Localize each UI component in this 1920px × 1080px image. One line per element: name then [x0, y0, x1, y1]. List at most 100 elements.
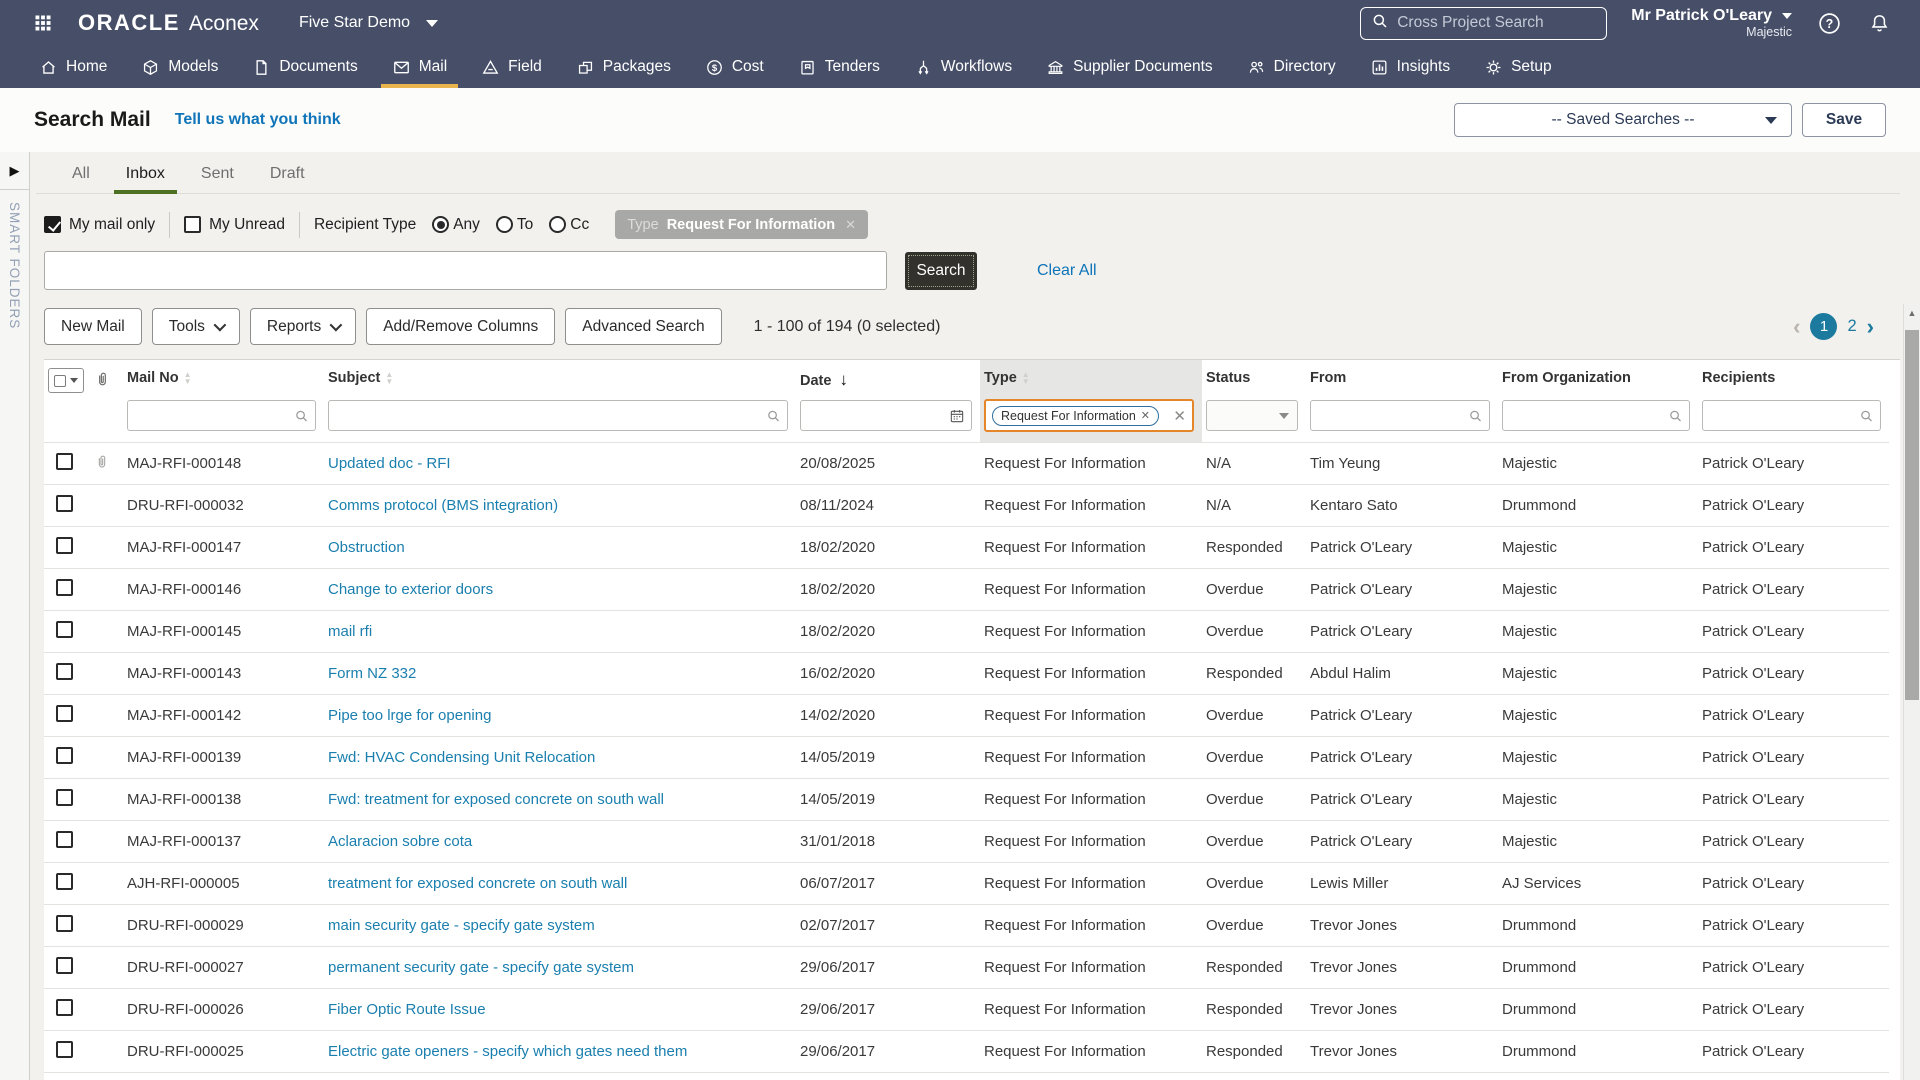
row-checkbox[interactable] [56, 747, 73, 764]
reports-button[interactable]: Reports [249, 308, 357, 345]
status-filter-select[interactable] [1206, 400, 1298, 431]
column-header-date[interactable]: Date ↓ [796, 360, 980, 395]
column-header-mail-no[interactable]: Mail No ▲ ▼ [123, 360, 324, 395]
my-mail-only-checkbox[interactable] [44, 216, 61, 233]
clear-all-link[interactable]: Clear All [1037, 262, 1097, 280]
mail-subject-link[interactable]: treatment for exposed concrete on south … [328, 875, 627, 892]
nav-item-setup[interactable]: Setup [1467, 46, 1569, 88]
cross-project-search-input[interactable] [1397, 14, 1597, 32]
project-selector[interactable]: Five Star Demo [299, 14, 439, 32]
page-1-button[interactable]: 1 [1810, 313, 1838, 340]
subject-filter-input[interactable] [329, 401, 787, 430]
tab-inbox[interactable]: Inbox [112, 157, 179, 194]
help-icon[interactable]: ? [1816, 10, 1842, 36]
row-checkbox[interactable] [56, 831, 73, 848]
add-remove-columns-button[interactable]: Add/Remove Columns [366, 308, 556, 345]
select-all-checkbox[interactable] [54, 374, 66, 387]
mail-subject-link[interactable]: mail rfi [328, 623, 372, 640]
notifications-bell-icon[interactable] [1866, 10, 1892, 36]
tab-sent[interactable]: Sent [187, 157, 248, 193]
from-organization-cell: Majestic [1498, 736, 1698, 779]
nav-item-insights[interactable]: Insights [1353, 46, 1467, 88]
nav-item-home[interactable]: Home [22, 46, 124, 88]
row-checkbox[interactable] [56, 999, 73, 1016]
recipient-any-radio[interactable] [432, 216, 450, 233]
scroll-up-arrow[interactable]: ▲ [1904, 304, 1920, 321]
row-checkbox[interactable] [56, 705, 73, 722]
nav-item-models[interactable]: Models [124, 46, 235, 88]
recipient-to-radio[interactable] [495, 216, 513, 233]
date-filter-input[interactable] [801, 401, 971, 430]
row-checkbox[interactable] [56, 957, 73, 974]
tab-all[interactable]: All [58, 157, 104, 193]
from-cell: Abdul Halim [1306, 652, 1498, 695]
clear-type-filter-icon[interactable]: ✕ [1173, 407, 1186, 425]
mail-subject-link[interactable]: main security gate - specify gate system [328, 917, 595, 934]
save-search-button[interactable]: Save [1802, 103, 1886, 137]
mail-search-input[interactable] [44, 251, 887, 290]
date-cell: 18/02/2020 [796, 610, 980, 653]
row-checkbox[interactable] [56, 915, 73, 932]
mail-subject-link[interactable]: Comms protocol (BMS integration) [328, 497, 558, 514]
search-button[interactable]: Search [905, 251, 977, 290]
row-checkbox[interactable] [56, 663, 73, 680]
row-checkbox[interactable] [56, 621, 73, 638]
select-all-dropdown[interactable] [48, 368, 84, 393]
previous-page-icon[interactable]: ‹ [1793, 315, 1800, 338]
mail-subject-link[interactable]: Obstruction [328, 539, 405, 556]
nav-item-supplier-documents[interactable]: Supplier Documents [1029, 46, 1230, 88]
mail-subject-link[interactable]: Form NZ 332 [328, 665, 416, 682]
mail-subject-link[interactable]: Change to exterior doors [328, 581, 493, 598]
tools-button[interactable]: Tools [151, 308, 240, 345]
remove-pill-icon[interactable]: ✕ [1141, 409, 1150, 422]
mail-subject-link[interactable]: Fwd: treatment for exposed concrete on s… [328, 791, 664, 808]
my-unread-checkbox[interactable] [184, 216, 202, 233]
mail-subject-link[interactable]: permanent security gate - specify gate s… [328, 959, 634, 976]
column-header-type[interactable]: Type ▲ ▼ [980, 360, 1202, 395]
recipient-cc-radio[interactable] [549, 216, 567, 233]
mail-no-filter-input[interactable] [128, 401, 315, 430]
mail-subject-link[interactable]: Aclaracion sobre cota [328, 833, 472, 850]
nav-item-field[interactable]: Field [464, 46, 559, 88]
nav-item-workflows[interactable]: Workflows [897, 46, 1029, 88]
mail-subject-link[interactable]: Pipe too lrge for opening [328, 707, 491, 724]
row-checkbox[interactable] [56, 453, 73, 470]
scrollbar-thumb[interactable] [1905, 330, 1919, 700]
nav-item-cost[interactable]: $ Cost [688, 46, 781, 88]
tab-draft[interactable]: Draft [256, 157, 319, 193]
mail-subject-link[interactable]: Updated doc - RFI [328, 455, 451, 472]
cross-project-search[interactable] [1360, 6, 1608, 40]
advanced-search-button[interactable]: Advanced Search [565, 308, 722, 345]
row-checkbox[interactable] [56, 495, 73, 512]
nav-item-directory[interactable]: Directory [1230, 46, 1353, 88]
type-filter-box[interactable]: Request For Information ✕ ✕ [984, 399, 1194, 432]
new-mail-button[interactable]: New Mail [44, 308, 142, 345]
next-page-icon[interactable]: › [1867, 315, 1874, 338]
from-filter-input[interactable] [1311, 401, 1489, 430]
from-organization-cell: Majestic [1498, 652, 1698, 695]
nav-item-packages[interactable]: Packages [559, 46, 688, 88]
row-checkbox[interactable] [56, 579, 73, 596]
column-header-subject[interactable]: Subject ▲ ▼ [324, 360, 796, 395]
row-checkbox[interactable] [56, 789, 73, 806]
from-organization-filter-input[interactable] [1503, 401, 1689, 430]
remove-chip-icon[interactable]: ✕ [845, 217, 856, 233]
row-checkbox[interactable] [56, 873, 73, 890]
page-2-button[interactable]: 2 [1847, 317, 1856, 336]
nav-item-documents[interactable]: Documents [235, 46, 374, 88]
mail-subject-link[interactable]: Electric gate openers - specify which ga… [328, 1043, 687, 1060]
feedback-link[interactable]: Tell us what you think [175, 111, 341, 129]
row-checkbox[interactable] [56, 537, 73, 554]
nav-item-mail[interactable]: Mail [375, 46, 464, 88]
mail-subject-link[interactable]: Fiber Optic Route Issue [328, 1001, 486, 1018]
calendar-icon[interactable] [949, 408, 965, 424]
user-menu[interactable]: Mr Patrick O'Leary Majestic [1631, 7, 1792, 40]
row-checkbox[interactable] [56, 1041, 73, 1058]
nav-item-tenders[interactable]: Tenders [781, 46, 897, 88]
expand-rail-button[interactable]: ▶ [0, 152, 29, 190]
table-row: MAJ-RFI-000147 Obstruction 18/02/2020 Re… [44, 526, 1889, 569]
mail-subject-link[interactable]: Fwd: HVAC Condensing Unit Relocation [328, 749, 595, 766]
saved-searches-dropdown[interactable]: -- Saved Searches -- [1454, 103, 1792, 137]
app-launcher-icon[interactable] [30, 10, 56, 36]
recipients-filter-input[interactable] [1703, 401, 1880, 430]
